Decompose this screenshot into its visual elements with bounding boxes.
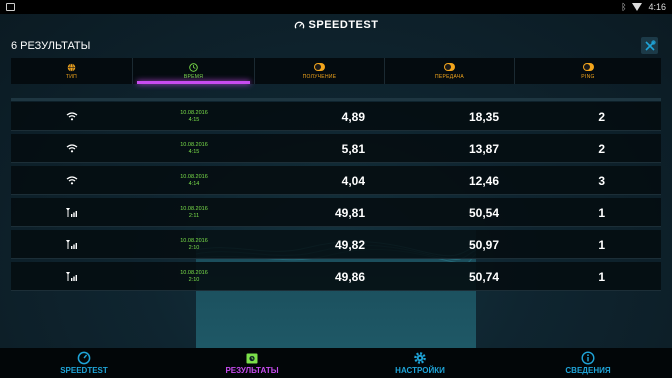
row-date: 10.08.2016 <box>180 173 208 180</box>
row-date: 10.08.2016 <box>180 205 208 212</box>
ping-value: 3 <box>598 173 605 188</box>
ping-value: 2 <box>598 109 605 124</box>
column-header: ТИП ВРЕМЯ ПОЛУЧЕНИЕ ПЕРЕДАЧА PING <box>11 58 661 84</box>
nav-speedtest[interactable]: SPEEDTEST <box>0 348 168 378</box>
column-ping[interactable]: PING <box>515 58 661 84</box>
header-separator <box>11 98 661 101</box>
speedometer-icon <box>77 351 91 365</box>
ping-value: 1 <box>598 269 605 284</box>
wifi-status-icon <box>632 3 643 11</box>
wifi-icon <box>66 176 78 185</box>
row-date: 10.08.2016 <box>180 141 208 148</box>
download-icon <box>314 63 325 72</box>
page-title: 6 РЕЗУЛЬТАТЫ <box>11 40 91 52</box>
globe-icon <box>66 62 77 72</box>
row-time: 2:10 <box>188 244 200 251</box>
status-time: 4:16 <box>648 2 666 12</box>
tools-icon <box>644 39 656 51</box>
upload-icon <box>444 63 455 72</box>
download-value: 49,86 <box>334 269 365 284</box>
column-time[interactable]: ВРЕМЯ <box>133 58 255 84</box>
upload-value: 50,97 <box>468 237 499 252</box>
table-row[interactable]: 10.08.2016 4:14 4,04 12,46 3 <box>11 166 661 195</box>
tools-button[interactable] <box>641 37 658 54</box>
speedtest-logo-icon <box>294 21 304 29</box>
bottom-nav: SPEEDTEST РЕЗУЛЬТАТЫ НАСТРОЙКИ СВЕДЕНИЯ <box>0 348 672 378</box>
upload-value: 50,74 <box>468 269 499 284</box>
table-row[interactable]: 10.08.2016 4:15 4,89 18,35 2 <box>11 102 661 131</box>
download-value: 5,81 <box>341 141 365 156</box>
table-row[interactable]: 10.08.2016 2:10 49,86 50,74 1 <box>11 262 661 291</box>
gear-icon <box>413 351 427 365</box>
nav-info[interactable]: СВЕДЕНИЯ <box>504 348 672 378</box>
cellular-icon <box>66 272 77 281</box>
row-date: 10.08.2016 <box>180 237 208 244</box>
cellular-icon <box>66 208 77 217</box>
row-date: 10.08.2016 <box>180 269 208 276</box>
row-time: 2:10 <box>188 276 200 283</box>
download-value: 4,04 <box>341 173 365 188</box>
app-header: SPEEDTEST <box>0 14 672 36</box>
row-date: 10.08.2016 <box>180 109 208 116</box>
download-value: 4,89 <box>341 109 365 124</box>
row-time: 4:14 <box>188 180 200 187</box>
upload-value: 12,46 <box>468 173 499 188</box>
ping-value: 1 <box>598 237 605 252</box>
wifi-icon <box>66 144 78 153</box>
column-upload[interactable]: ПЕРЕДАЧА <box>385 58 515 84</box>
clock-icon <box>188 62 199 72</box>
status-bar: ᛒ 4:16 <box>0 0 672 14</box>
upload-value: 13,87 <box>468 141 499 156</box>
bluetooth-icon: ᛒ <box>621 2 627 12</box>
notification-icon <box>6 3 15 11</box>
table-row[interactable]: 10.08.2016 2:10 49,82 50,97 1 <box>11 230 661 259</box>
table-row[interactable]: 10.08.2016 2:11 49,81 50,54 1 <box>11 198 661 227</box>
info-icon <box>581 351 595 365</box>
row-time: 2:11 <box>188 212 200 219</box>
results-icon <box>245 351 259 365</box>
column-type[interactable]: ТИП <box>11 58 133 84</box>
app-title: SPEEDTEST <box>308 19 379 31</box>
download-value: 49,81 <box>334 205 365 220</box>
upload-value: 50,54 <box>468 205 499 220</box>
nav-results[interactable]: РЕЗУЛЬТАТЫ <box>168 348 336 378</box>
ping-value: 1 <box>598 205 605 220</box>
ping-value: 2 <box>598 141 605 156</box>
upload-value: 18,35 <box>468 109 499 124</box>
row-time: 4:15 <box>188 116 200 123</box>
ping-icon <box>582 63 594 72</box>
cellular-icon <box>66 240 77 249</box>
column-download[interactable]: ПОЛУЧЕНИЕ <box>255 58 385 84</box>
table-row[interactable]: 10.08.2016 4:15 5,81 13,87 2 <box>11 134 661 163</box>
nav-settings[interactable]: НАСТРОЙКИ <box>336 348 504 378</box>
wifi-icon <box>66 112 78 121</box>
row-time: 4:15 <box>188 148 200 155</box>
download-value: 49,82 <box>334 237 365 252</box>
